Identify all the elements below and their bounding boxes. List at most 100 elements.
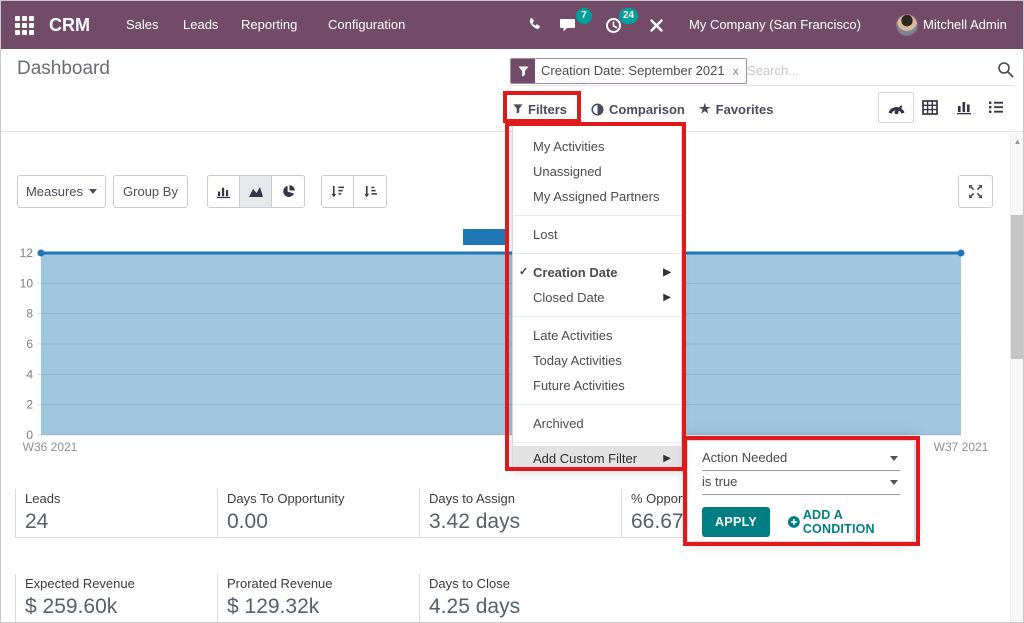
plus-circle-icon xyxy=(788,515,800,529)
svg-text:8: 8 xyxy=(26,307,33,321)
menu-leads[interactable]: Leads xyxy=(183,1,218,49)
facet-filter-icon xyxy=(511,59,535,83)
kpi-label: Leads xyxy=(25,491,217,506)
chevron-down-icon xyxy=(89,189,97,194)
filters-label: Filters xyxy=(528,102,567,117)
menu-item-closed-date[interactable]: Closed Date ▶ xyxy=(513,285,681,310)
menu-item-today-activities[interactable]: Today Activities xyxy=(513,348,681,373)
view-pivot-button[interactable] xyxy=(922,100,938,120)
phone-icon[interactable] xyxy=(527,1,543,49)
sort-desc-button[interactable] xyxy=(322,176,354,207)
facet-remove-icon[interactable]: x xyxy=(731,59,746,83)
top-navbar: CRM Sales Leads Reporting Configuration … xyxy=(1,1,1024,49)
kpi-days-to-close[interactable]: Days to Close 4.25 days xyxy=(419,574,621,623)
svg-text:10: 10 xyxy=(20,276,34,290)
company-switcher[interactable]: My Company (San Francisco) xyxy=(689,1,861,49)
operator-select-value: is true xyxy=(702,474,737,489)
menu-item-my-assigned-partners[interactable]: My Assigned Partners xyxy=(513,184,681,209)
menu-sales[interactable]: Sales xyxy=(126,1,159,49)
menu-item-label: Closed Date xyxy=(533,290,605,305)
menu-separator xyxy=(513,404,681,405)
svg-text:2: 2 xyxy=(26,398,33,412)
chart-type-line-button[interactable] xyxy=(240,176,272,207)
group-by-button[interactable]: Group By xyxy=(113,175,188,208)
measures-button[interactable]: Measures xyxy=(17,175,106,208)
messages-icon[interactable] xyxy=(559,1,578,49)
apply-button[interactable]: APPLY xyxy=(702,507,770,537)
pipeline-area-chart: 024681012W36 2021W37 2021 xyxy=(1,225,1009,465)
view-graph-button[interactable] xyxy=(956,100,972,120)
menu-item-future-activities[interactable]: Future Activities xyxy=(513,373,681,398)
pie-chart-icon xyxy=(281,184,296,199)
area-chart-icon xyxy=(248,185,264,198)
sort-asc-button[interactable] xyxy=(354,176,386,207)
view-list-button[interactable] xyxy=(988,100,1004,119)
kpi-days-to-assign[interactable]: Days to Assign 3.42 days xyxy=(419,489,621,538)
chevron-down-icon xyxy=(890,456,898,461)
svg-text:12: 12 xyxy=(20,246,34,260)
menu-item-lost[interactable]: Lost xyxy=(513,222,681,247)
search-icon[interactable] xyxy=(997,61,1014,83)
custom-filter-panel: Action Needed is true APPLY ADD A CONDIT… xyxy=(687,440,915,542)
menu-item-late-activities[interactable]: Late Activities xyxy=(513,323,681,348)
search-facet[interactable]: Creation Date: September 2021 x xyxy=(510,58,747,84)
menu-item-unassigned[interactable]: Unassigned xyxy=(513,159,681,184)
comparison-toggle[interactable]: Comparison xyxy=(591,97,685,121)
svg-text:W36 2021: W36 2021 xyxy=(23,440,78,454)
chart-type-bar-button[interactable] xyxy=(208,176,240,207)
search-input[interactable]: Search... xyxy=(747,63,799,78)
favorites-toggle[interactable]: ★ Favorites xyxy=(699,97,773,121)
page-title: Dashboard xyxy=(17,58,110,80)
view-dashboard-button[interactable] xyxy=(878,92,914,123)
favorites-label: Favorites xyxy=(716,102,774,117)
facet-label: Creation Date: September 2021 xyxy=(535,59,731,83)
measures-label: Measures xyxy=(26,184,83,199)
kpi-value: $ 259.60k xyxy=(25,595,217,619)
expand-icon xyxy=(968,184,983,199)
menu-item-archived[interactable]: Archived xyxy=(513,411,681,436)
app-name[interactable]: CRM xyxy=(49,1,90,49)
tools-icon[interactable] xyxy=(649,1,664,49)
kpi-label: Prorated Revenue xyxy=(227,576,419,591)
kpi-expected-revenue[interactable]: Expected Revenue $ 259.60k xyxy=(15,574,217,623)
chart-legend-swatch xyxy=(463,229,507,245)
add-condition-button[interactable]: ADD A CONDITION xyxy=(788,508,900,536)
scrollbar[interactable]: ▲ xyxy=(1010,133,1024,623)
messages-badge[interactable]: 7 xyxy=(576,8,592,24)
kpi-leads[interactable]: Leads 24 xyxy=(15,489,217,538)
scrollbar-thumb[interactable] xyxy=(1011,215,1023,359)
custom-filter-operator-select[interactable]: is true xyxy=(702,471,900,495)
apps-menu-icon[interactable] xyxy=(15,16,34,35)
search-underline xyxy=(509,85,1014,86)
user-menu[interactable]: Mitchell Admin xyxy=(923,1,1007,49)
scrollbar-up-arrow[interactable]: ▲ xyxy=(1011,137,1024,146)
expand-button[interactable] xyxy=(958,175,993,208)
sort-asc-icon xyxy=(363,185,378,199)
kpi-value: 4.25 days xyxy=(429,595,621,619)
menu-reporting[interactable]: Reporting xyxy=(241,1,297,49)
activities-clock-icon[interactable] xyxy=(605,1,622,49)
custom-filter-field-select[interactable]: Action Needed xyxy=(702,447,900,471)
comparison-icon xyxy=(591,103,604,116)
activities-badge[interactable]: 24 xyxy=(619,8,638,24)
filters-dropdown-menu: My Activities Unassigned My Assigned Par… xyxy=(512,125,682,470)
sort-switcher xyxy=(321,175,387,208)
kpi-days-to-opportunity[interactable]: Days To Opportunity 0.00 xyxy=(217,489,419,538)
menu-item-label: Creation Date xyxy=(533,265,618,280)
chart-type-switcher xyxy=(207,175,305,208)
kpi-value: 24 xyxy=(25,510,217,534)
menu-configuration[interactable]: Configuration xyxy=(328,1,405,49)
kpi-prorated-revenue[interactable]: Prorated Revenue $ 129.32k xyxy=(217,574,419,623)
submenu-arrow-icon: ▶ xyxy=(663,285,671,310)
user-avatar[interactable] xyxy=(896,14,918,36)
field-select-value: Action Needed xyxy=(702,450,787,465)
svg-text:6: 6 xyxy=(26,337,33,351)
menu-item-my-activities[interactable]: My Activities xyxy=(513,134,681,159)
menu-item-add-custom-filter[interactable]: Add Custom Filter ▶ xyxy=(513,446,681,471)
menu-item-creation-date[interactable]: ✓ Creation Date ▶ xyxy=(513,260,681,285)
svg-text:W37 2021: W37 2021 xyxy=(934,440,989,454)
chart-type-pie-button[interactable] xyxy=(272,176,304,207)
check-icon: ✓ xyxy=(519,260,528,285)
filters-toggle[interactable]: Filters xyxy=(513,97,567,121)
kpi-value: 3.42 days xyxy=(429,510,621,534)
